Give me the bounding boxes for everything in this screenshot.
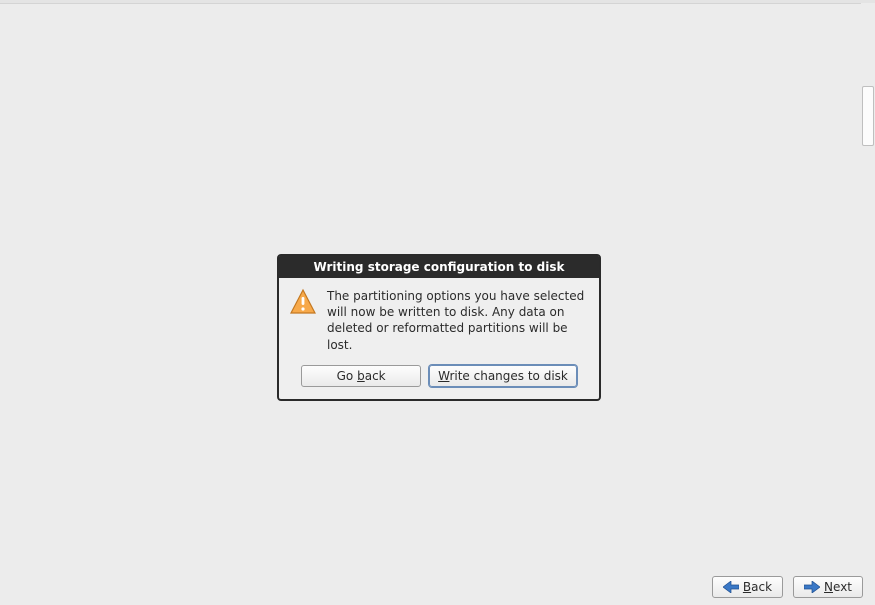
warning-icon xyxy=(289,288,317,316)
dialog-body: The partitioning options you have select… xyxy=(279,278,599,359)
arrow-right-icon xyxy=(804,581,820,593)
back-button[interactable]: Back xyxy=(712,576,783,598)
arrow-left-icon xyxy=(723,581,739,593)
wizard-footer: Back Next xyxy=(0,569,875,605)
write-hotkey: W xyxy=(438,369,449,383)
go-back-post: ack xyxy=(365,369,386,383)
dialog-title: Writing storage configuration to disk xyxy=(279,256,599,278)
scrollbar-track[interactable] xyxy=(861,3,875,569)
back-post: ack xyxy=(751,580,772,594)
go-back-button[interactable]: Go back xyxy=(301,365,421,387)
go-back-hotkey: b xyxy=(357,369,365,383)
dialog-message: The partitioning options you have select… xyxy=(327,288,587,353)
confirm-dialog: Writing storage configuration to disk Th… xyxy=(277,254,601,401)
scrollbar-thumb[interactable] xyxy=(862,86,874,146)
next-button[interactable]: Next xyxy=(793,576,863,598)
go-back-pre: Go xyxy=(337,369,357,383)
dialog-button-row: Go back Write changes to disk xyxy=(279,359,599,399)
back-hotkey: B xyxy=(743,580,751,594)
write-changes-button[interactable]: Write changes to disk xyxy=(429,365,577,387)
window-top-edge xyxy=(0,0,875,4)
next-post: ext xyxy=(833,580,852,594)
write-post: rite changes to disk xyxy=(449,369,567,383)
next-hotkey: N xyxy=(824,580,833,594)
